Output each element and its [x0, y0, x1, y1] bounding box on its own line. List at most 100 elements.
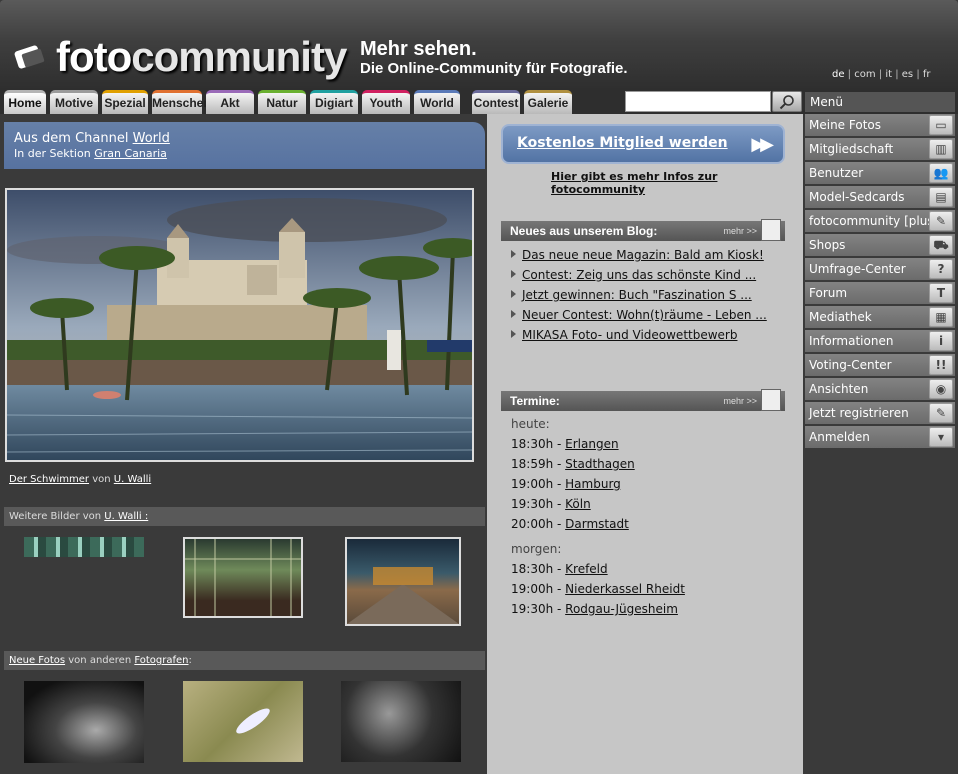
event-city-link[interactable]: Hamburg — [565, 477, 621, 491]
menu-item-ansichten[interactable]: Ansichten ◉ — [805, 378, 955, 400]
featured-photo[interactable] — [5, 188, 474, 462]
language-separator: | — [875, 69, 886, 80]
channel-link[interactable]: World — [133, 131, 170, 146]
menu-item-label: Benutzer — [809, 166, 864, 180]
featured-photo-caption: Der Schwimmer von U. Walli — [9, 474, 151, 485]
new-photos-bar: Neue Fotos von anderen Fotografen: — [4, 651, 485, 670]
site-header: fotocommunity Mehr sehen. Die Online-Com… — [0, 0, 958, 90]
menu-item-jetzt-registrieren[interactable]: Jetzt registrieren ✎ — [805, 402, 955, 424]
blog-more-link[interactable]: mehr >> — [723, 221, 757, 241]
new-photos-suffix: : — [188, 655, 192, 666]
blog-item-link[interactable]: Neuer Contest: Wohn(t)räume - Leben ... — [522, 308, 767, 322]
section-link[interactable]: Gran Canaria — [94, 147, 167, 160]
event-row: 19:30h - Köln — [511, 497, 591, 511]
blog-item-link[interactable]: Das neue neue Magazin: Bald am Kiosk! — [522, 248, 764, 262]
site-logo[interactable]: fotocommunity — [13, 36, 347, 78]
language-separator: | — [892, 69, 902, 80]
photos-icon: ▭ — [929, 115, 953, 135]
event-city-link[interactable]: Erlangen — [565, 437, 618, 451]
search-button[interactable] — [772, 91, 802, 112]
magnifier-icon — [779, 94, 794, 109]
event-time: 18:59h — [511, 457, 554, 471]
voting-icon: !! — [929, 355, 953, 375]
blog-title: Neues aus unserem Blog: — [510, 224, 658, 238]
event-city-link[interactable]: Darmstadt — [565, 517, 629, 531]
thumbnail[interactable] — [341, 681, 461, 762]
menu-item-label: Ansichten — [809, 382, 869, 396]
channel-header: Aus dem Channel World In der Sektion Gra… — [4, 122, 485, 169]
tab-digiart[interactable]: Digiart — [310, 90, 358, 114]
join-label: Kostenlos Mitglied werden — [517, 135, 728, 151]
tab-contest[interactable]: Contest — [472, 90, 520, 114]
blog-item: Neuer Contest: Wohn(t)räume - Leben ... — [511, 308, 767, 322]
blog-header: Neues aus unserem Blog: mehr >> — [501, 219, 785, 241]
info-icon: i — [929, 331, 953, 351]
tab-akt[interactable]: Akt — [206, 90, 254, 114]
blog-item-link[interactable]: Contest: Zeig uns das schönste Kind ... — [522, 268, 756, 282]
menu-item-label: Mediathek — [809, 310, 872, 324]
tab-home[interactable]: Home — [4, 90, 46, 114]
thumbnail[interactable] — [183, 537, 303, 618]
more-info-link[interactable]: Hier gibt es mehr Infos zur fotocommunit… — [551, 170, 803, 196]
menu-item-voting-center[interactable]: Voting-Center!! — [805, 354, 955, 376]
tab-world[interactable]: World — [414, 90, 460, 114]
more-images-author-link[interactable]: U. Walli : — [104, 511, 148, 522]
side-menu: Menü Meine Fotos ▭ Mitgliedschaft ▥ Benutzer… — [805, 92, 955, 448]
menu-items: Meine Fotos ▭ Mitgliedschaft ▥ Benutzer 👥 Mode… — [805, 114, 955, 448]
menu-item-label: Anmelden — [809, 430, 870, 444]
menu-item-benutzer[interactable]: Benutzer 👥 — [805, 162, 955, 184]
camera-logo-icon — [13, 42, 50, 72]
tab-spezial[interactable]: Spezial — [102, 90, 148, 114]
menu-item-informationen[interactable]: Informationen i — [805, 330, 955, 352]
events-more-link[interactable]: mehr >> — [723, 391, 757, 411]
tab-galerie[interactable]: Galerie — [524, 90, 572, 114]
event-separator: - — [553, 497, 566, 511]
language-de[interactable]: de — [832, 69, 845, 80]
event-city-link[interactable]: Rodgau-Jügesheim — [565, 602, 678, 616]
events-today-label: heute: — [511, 417, 550, 431]
menu-item-fotocommunity-plus[interactable]: fotocommunity [plus] ✎ — [805, 210, 955, 232]
menu-item-mediathek[interactable]: Mediathek ▦ — [805, 306, 955, 328]
menu-item-umfrage-center[interactable]: Umfrage-Center? — [805, 258, 955, 280]
thumbnail[interactable] — [24, 681, 144, 763]
caption-by: von — [92, 474, 111, 485]
thumbnail[interactable] — [345, 537, 461, 626]
photo-title-link[interactable]: Der Schwimmer — [9, 474, 89, 485]
blog-item-link[interactable]: Jetzt gewinnen: Buch "Faszination S ... — [522, 288, 752, 302]
events-header: Termine: mehr >> — [501, 389, 785, 411]
event-city-link[interactable]: Stadthagen — [565, 457, 635, 471]
menu-item-label: Jetzt registrieren — [809, 406, 909, 420]
blog-item: Jetzt gewinnen: Buch "Faszination S ... — [511, 288, 752, 302]
search-input[interactable] — [625, 91, 771, 112]
blog-item-link[interactable]: MIKASA Foto- und Videowettbewerb — [522, 328, 737, 342]
tab-youth[interactable]: Youth — [362, 90, 410, 114]
menu-item-mitgliedschaft[interactable]: Mitgliedschaft ▥ — [805, 138, 955, 160]
language-fr[interactable]: fr — [923, 69, 931, 80]
thumbnail[interactable] — [183, 681, 303, 762]
tab-natur[interactable]: Natur — [258, 90, 306, 114]
thumbnail[interactable] — [24, 537, 144, 557]
language-com[interactable]: com — [854, 69, 875, 80]
menu-item-shops[interactable]: Shops ⛟ — [805, 234, 955, 256]
event-city-link[interactable]: Krefeld — [565, 562, 607, 576]
event-separator: - — [553, 437, 566, 451]
menu-item-anmelden[interactable]: Anmelden ▾ — [805, 426, 955, 448]
menu-item-label: Umfrage-Center — [809, 262, 906, 276]
event-city-link[interactable]: Köln — [565, 497, 591, 511]
menu-item-meine-fotos[interactable]: Meine Fotos ▭ — [805, 114, 955, 136]
photo-author-link[interactable]: U. Walli — [114, 474, 151, 485]
event-row: 19:00h - Hamburg — [511, 477, 621, 491]
event-city-link[interactable]: Niederkassel Rheidt — [565, 582, 685, 596]
language-es[interactable]: es — [902, 69, 913, 80]
tab-motive[interactable]: Motive — [50, 90, 98, 114]
event-separator: - — [553, 477, 566, 491]
menu-item-forum[interactable]: Forum T — [805, 282, 955, 304]
login-icon: ▾ — [929, 427, 953, 447]
photographers-link[interactable]: Fotografen — [134, 655, 188, 666]
join-free-button[interactable]: Kostenlos Mitglied werden ▶▶ — [501, 124, 785, 164]
menu-item-model-sedcards[interactable]: Model-Sedcards ▤ — [805, 186, 955, 208]
menu-item-label: Mitgliedschaft — [809, 142, 894, 156]
new-photos-link[interactable]: Neue Fotos — [9, 655, 65, 666]
tab-menschen[interactable]: Menschen — [152, 90, 211, 114]
pen-icon: ✎ — [929, 403, 953, 423]
